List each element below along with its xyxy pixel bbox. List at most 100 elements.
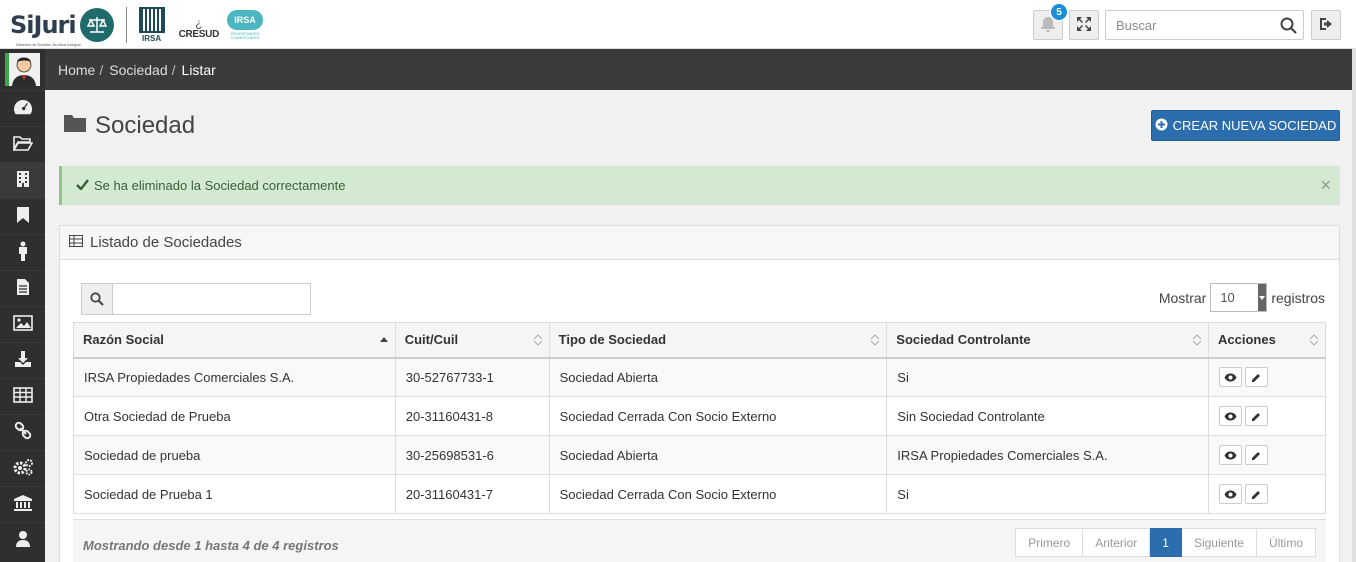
view-button[interactable]: [1219, 445, 1243, 465]
scales-logo-icon: [79, 8, 114, 42]
notifications-button[interactable]: 5: [1033, 3, 1068, 40]
brand-cresud-logo: ¿ CRESUD: [178, 15, 220, 40]
bank-icon: [13, 494, 33, 515]
pencil-icon: [1252, 373, 1261, 382]
cell-tipo: Sociedad Cerrada Con Socio Externo: [548, 396, 888, 436]
sidebar-item-users[interactable]: [0, 522, 45, 558]
eye-icon: [1224, 451, 1237, 459]
table-icon: [12, 387, 33, 406]
cell-cuit: 20-31160431-7: [394, 474, 550, 514]
cell-cuit: 20-31160431-8: [394, 396, 550, 436]
column-header-cuit[interactable]: Cuit/Cuil: [394, 322, 550, 359]
table-search-icon[interactable]: [81, 283, 113, 315]
sidebar-item-tables[interactable]: [0, 378, 45, 414]
pager-first[interactable]: Primero: [1015, 528, 1084, 557]
sidebar-item-documents[interactable]: [0, 270, 45, 306]
cell-cuit: 30-25698531-6: [394, 435, 550, 475]
view-button[interactable]: [1219, 484, 1243, 504]
page-title: Sociedad: [63, 112, 195, 140]
create-sociedad-label: CREAR NUEVA SOCIEDAD: [1172, 118, 1337, 133]
fullscreen-button[interactable]: [1069, 10, 1099, 40]
image-icon: [12, 315, 33, 334]
breadcrumb-sociedad[interactable]: Sociedad: [109, 62, 167, 78]
edit-button[interactable]: [1245, 484, 1269, 504]
sort-icon: [1309, 334, 1319, 346]
table-row: Sociedad de Prueba 1 20-31160431-7 Socie…: [73, 474, 1326, 514]
sidebar-item-images[interactable]: [0, 306, 45, 342]
logo-divider: [125, 7, 127, 43]
page-title-text: Sociedad: [95, 112, 196, 139]
alert-message: Se ha eliminado la Sociedad correctament…: [94, 178, 346, 193]
breadcrumb-home[interactable]: Home: [58, 62, 95, 78]
check-icon: [76, 178, 89, 193]
building-icon: [16, 170, 30, 191]
table-row: Otra Sociedad de Prueba 20-31160431-8 So…: [73, 396, 1326, 436]
app-logo: SiJuri: [10, 11, 77, 39]
pencil-icon: [1252, 451, 1261, 460]
column-header-controlante[interactable]: Sociedad Controlante: [886, 322, 1210, 359]
link-icon: [14, 421, 32, 443]
file-icon: [16, 278, 30, 299]
cell-razon-social: Otra Sociedad de Prueba: [73, 396, 396, 436]
top-header: SiJuri Sistema de Gestión Jurídica Integ…: [0, 0, 1356, 49]
records-label: registros: [1271, 289, 1325, 306]
table-search: [81, 283, 311, 315]
table-search-input[interactable]: [113, 283, 311, 315]
edit-button[interactable]: [1245, 367, 1269, 388]
cell-controlante: Si: [886, 357, 1210, 397]
pager-page-1[interactable]: 1: [1150, 528, 1182, 557]
pager-last[interactable]: Último: [1256, 528, 1316, 557]
column-header-acciones[interactable]: Acciones: [1208, 322, 1326, 359]
user-icon: [15, 530, 31, 551]
pager-previous[interactable]: Anterior: [1083, 528, 1151, 557]
sidebar-item-dashboard[interactable]: [0, 90, 45, 126]
eye-icon: [1224, 490, 1237, 498]
column-header-tipo[interactable]: Tipo de Sociedad: [548, 322, 888, 359]
sidebar-item-institutions[interactable]: [0, 486, 45, 522]
edit-button[interactable]: [1245, 445, 1269, 465]
cell-tipo: Sociedad Abierta: [548, 435, 888, 475]
eye-icon: [1224, 373, 1237, 382]
sidebar-item-links[interactable]: [0, 414, 45, 450]
column-header-razon-social[interactable]: Razón Social: [73, 322, 396, 359]
dashboard-icon: [13, 99, 33, 118]
folder-open-icon: [12, 135, 33, 154]
sort-icon: [870, 334, 880, 346]
sidebar-item-folders[interactable]: [0, 126, 45, 162]
page-size-select[interactable]: 10: [1210, 283, 1268, 312]
create-sociedad-button[interactable]: CREAR NUEVA SOCIEDAD: [1151, 110, 1340, 141]
show-label: Mostrar: [1158, 289, 1207, 306]
success-alert: Se ha eliminado la Sociedad correctament…: [59, 166, 1340, 205]
sidebar-item-settings[interactable]: [0, 450, 45, 486]
cell-cuit: 30-52767733-1: [394, 357, 550, 397]
sidebar-item-downloads[interactable]: [0, 342, 45, 378]
sidebar-item-bookmarks[interactable]: [0, 198, 45, 234]
sidebar-item-sociedad[interactable]: [0, 162, 45, 198]
breadcrumb-current: Listar: [181, 61, 216, 78]
table-row: IRSA Propiedades Comerciales S.A. 30-527…: [73, 357, 1326, 397]
cell-tipo: Sociedad Cerrada Con Socio Externo: [548, 474, 888, 514]
download-icon: [14, 350, 32, 371]
logo-area: SiJuri Sistema de Gestión Jurídica Integ…: [10, 5, 263, 47]
cell-controlante: Sin Sociedad Controlante: [886, 396, 1210, 436]
avatar[interactable]: [5, 53, 40, 86]
view-button[interactable]: [1219, 406, 1243, 426]
sidebar-item-persons[interactable]: [0, 234, 45, 270]
view-button[interactable]: [1219, 367, 1243, 388]
global-search-input[interactable]: [1106, 11, 1271, 39]
edit-button[interactable]: [1245, 406, 1269, 426]
app-logo-subtitle: Sistema de Gestión Jurídica Integral: [16, 42, 81, 47]
sort-icon: [533, 334, 542, 346]
logout-button[interactable]: [1311, 10, 1341, 40]
search-icon[interactable]: [1280, 17, 1297, 37]
pencil-icon: [1252, 412, 1261, 421]
gears-icon: [12, 458, 34, 479]
table-icon: [69, 234, 83, 251]
sort-asc-icon: [379, 337, 388, 342]
chevron-down-icon: [1258, 284, 1267, 311]
main-content: Sociedad CREAR NUEVA SOCIEDAD Se ha elim…: [45, 90, 1356, 562]
page-scrollbar[interactable]: [1352, 49, 1356, 562]
alert-close-button[interactable]: ×: [1320, 176, 1331, 194]
pager-next[interactable]: Siguiente: [1181, 528, 1257, 557]
cell-acciones: [1208, 357, 1326, 397]
